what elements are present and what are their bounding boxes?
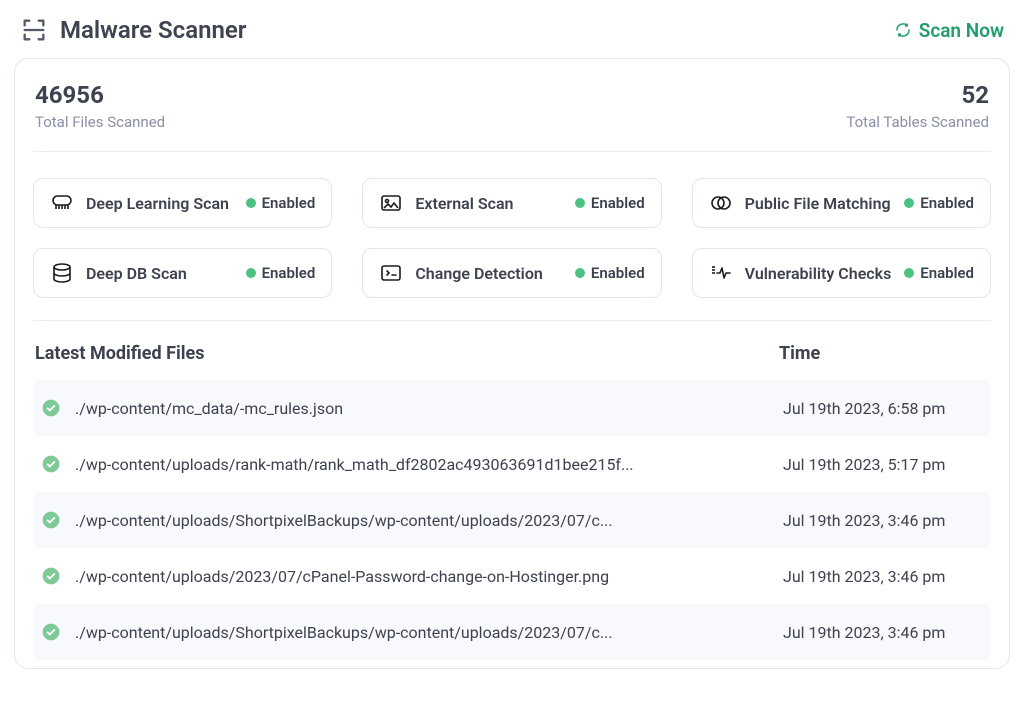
page-title: Malware Scanner (60, 16, 246, 44)
feature-label: Vulnerability Checks (745, 264, 892, 283)
status-label: Enabled (262, 264, 316, 282)
deep-learning-icon (50, 191, 74, 215)
table-row: ./wp-content/uploads/2023/07/cPanel-Pass… (33, 548, 991, 604)
status-dot-icon (575, 198, 585, 208)
table-header: Latest Modified Files Time (33, 343, 991, 380)
stat-files-scanned: 46956 Total Files Scanned (35, 81, 165, 131)
feature-status: Enabled (904, 264, 974, 282)
feature-vulnerability-checks: Vulnerability Checks Enabled (692, 248, 991, 298)
change-detection-icon (379, 261, 403, 285)
file-time: Jul 19th 2023, 3:46 pm (783, 623, 983, 642)
external-scan-icon (379, 191, 403, 215)
file-rows: ./wp-content/mc_data/-mc_rules.json Jul 1… (33, 380, 991, 660)
file-time: Jul 19th 2023, 6:58 pm (783, 399, 983, 418)
files-table: Latest Modified Files Time ./wp-content/… (33, 321, 991, 660)
column-header-time: Time (779, 343, 989, 364)
feature-label: Deep DB Scan (86, 264, 187, 283)
table-row: ./wp-content/mc_data/-mc_rules.json Jul 1… (33, 380, 991, 436)
status-dot-icon (904, 268, 914, 278)
file-path: ./wp-content/mc_data/-mc_rules.json (75, 399, 769, 418)
feature-status: Enabled (575, 194, 645, 212)
feature-status: Enabled (575, 264, 645, 282)
vulnerability-icon (709, 261, 733, 285)
file-path: ./wp-content/uploads/ShortpixelBackups/w… (75, 623, 769, 642)
table-row: ./wp-content/uploads/ShortpixelBackups/w… (33, 492, 991, 548)
files-scanned-label: Total Files Scanned (35, 113, 165, 131)
scanner-card: 46956 Total Files Scanned 52 Total Table… (14, 58, 1010, 669)
feature-label: External Scan (415, 194, 513, 213)
feature-label: Deep Learning Scan (86, 194, 229, 213)
status-label: Enabled (920, 194, 974, 212)
feature-label: Change Detection (415, 264, 543, 283)
file-path: ./wp-content/uploads/ShortpixelBackups/w… (75, 511, 769, 530)
stats-row: 46956 Total Files Scanned 52 Total Table… (33, 81, 991, 152)
check-circle-icon (41, 622, 61, 642)
status-dot-icon (246, 198, 256, 208)
table-row: ./wp-content/uploads/ShortpixelBackups/w… (33, 604, 991, 660)
column-header-file: Latest Modified Files (35, 343, 205, 364)
feature-status: Enabled (904, 194, 974, 212)
feature-status: Enabled (246, 194, 316, 212)
check-circle-icon (41, 398, 61, 418)
file-time: Jul 19th 2023, 3:46 pm (783, 511, 983, 530)
file-time: Jul 19th 2023, 5:17 pm (783, 455, 983, 474)
features-grid: Deep Learning Scan Enabled External Scan… (33, 152, 991, 321)
status-label: Enabled (920, 264, 974, 282)
status-label: Enabled (591, 264, 645, 282)
feature-label: Public File Matching (745, 194, 891, 213)
header-left: Malware Scanner (20, 16, 246, 44)
file-path: ./wp-content/uploads/rank-math/rank_math… (75, 455, 769, 474)
database-icon (50, 261, 74, 285)
table-row: ./wp-content/uploads/rank-math/rank_math… (33, 436, 991, 492)
status-label: Enabled (262, 194, 316, 212)
file-time: Jul 19th 2023, 3:46 pm (783, 567, 983, 586)
files-scanned-value: 46956 (35, 81, 165, 109)
feature-deep-learning-scan: Deep Learning Scan Enabled (33, 178, 332, 228)
check-circle-icon (41, 454, 61, 474)
feature-public-file-matching: Public File Matching Enabled (692, 178, 991, 228)
status-dot-icon (575, 268, 585, 278)
refresh-icon (895, 22, 911, 38)
feature-change-detection: Change Detection Enabled (362, 248, 661, 298)
scanner-icon (20, 16, 48, 44)
page-header: Malware Scanner Scan Now (14, 16, 1010, 58)
file-path: ./wp-content/uploads/2023/07/cPanel-Pass… (75, 567, 769, 586)
check-circle-icon (41, 566, 61, 586)
status-dot-icon (904, 198, 914, 208)
status-label: Enabled (591, 194, 645, 212)
check-circle-icon (41, 510, 61, 530)
public-file-icon (709, 191, 733, 215)
feature-deep-db-scan: Deep DB Scan Enabled (33, 248, 332, 298)
feature-external-scan: External Scan Enabled (362, 178, 661, 228)
scan-now-button[interactable]: Scan Now (895, 19, 1004, 42)
scan-now-label: Scan Now (919, 19, 1004, 42)
status-dot-icon (246, 268, 256, 278)
tables-scanned-label: Total Tables Scanned (846, 113, 989, 131)
feature-status: Enabled (246, 264, 316, 282)
tables-scanned-value: 52 (846, 81, 989, 109)
stat-tables-scanned: 52 Total Tables Scanned (846, 81, 989, 131)
